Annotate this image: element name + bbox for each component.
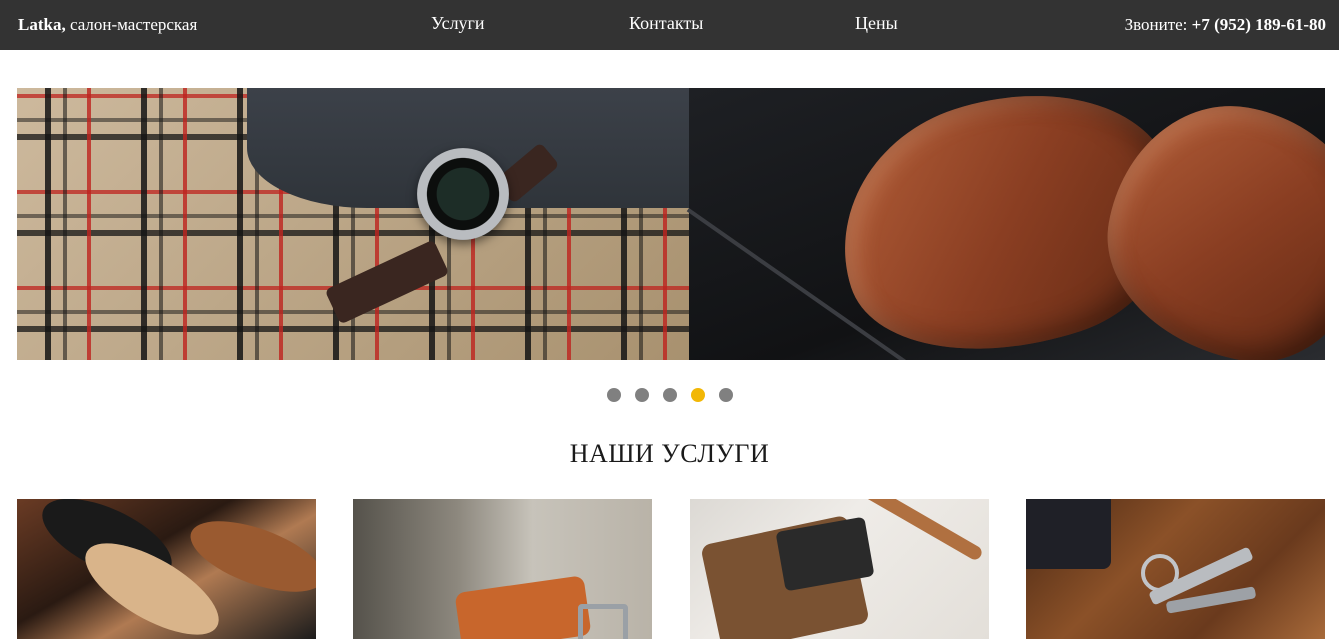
wristwatch-image [417, 148, 509, 240]
brand-name: Latka, [18, 15, 66, 34]
phone-prefix: Звоните: [1124, 15, 1192, 34]
shoes-in-box-image [686, 88, 1325, 360]
slider-dot-5[interactable] [718, 388, 733, 402]
nav-link-prices[interactable]: Цены [855, 13, 898, 34]
key-wallet [1026, 499, 1111, 569]
phone-number: +7 (952) 189-61-80 [1191, 15, 1326, 34]
phone-contact[interactable]: Звоните: +7 (952) 189-61-80 [1125, 15, 1326, 35]
hero-slider-image [17, 88, 1325, 360]
services-section-title: НАШИ УСЛУГИ [569, 439, 770, 468]
slider-dot-1[interactable] [606, 388, 621, 402]
slider-dot-4-active[interactable] [690, 388, 705, 402]
leather-belt [454, 575, 592, 639]
bag-strap [855, 499, 985, 563]
service-card-shoes[interactable] [17, 499, 316, 639]
slider-pagination [0, 388, 1339, 402]
belt-buckle [578, 604, 628, 639]
service-card-bags[interactable] [690, 499, 989, 639]
service-card-belts[interactable] [353, 499, 652, 639]
top-navigation-bar: Latka, салон-мастерская Услуги Контакты … [0, 0, 1339, 50]
service-card-keys[interactable] [1026, 499, 1325, 639]
brand-tagline: салон-мастерская [65, 15, 198, 34]
slider-dot-2[interactable] [634, 388, 649, 402]
slider-dot-3[interactable] [662, 388, 677, 402]
brand-logo[interactable]: Latka, салон-мастерская [18, 15, 197, 35]
nav-link-services[interactable]: Услуги [431, 13, 485, 34]
nav-link-contacts[interactable]: Контакты [629, 13, 703, 34]
